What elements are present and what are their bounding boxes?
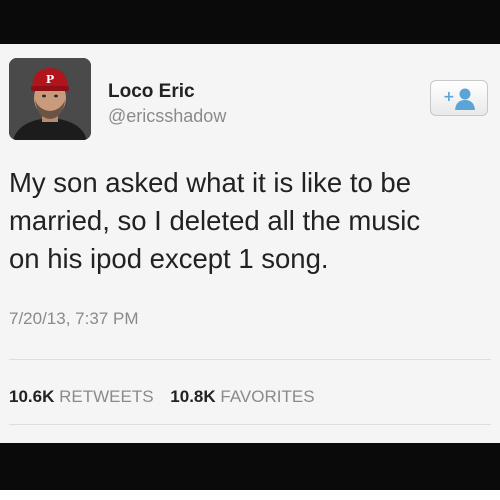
cap-logo: P (46, 73, 54, 86)
svg-text:+: + (443, 89, 455, 105)
tweet-stats: 10.6K RETWEETS 10.8K FAVORITES (9, 387, 327, 407)
avatar[interactable]: P (9, 58, 91, 140)
avatar-photo: P (9, 58, 91, 140)
user-handle[interactable]: @ericsshadow (108, 106, 226, 127)
favorites-count[interactable]: 10.8K (170, 387, 215, 406)
tweet-timestamp[interactable]: 7/20/13, 7:37 PM (9, 309, 138, 329)
tweet-line: married, so I deleted all the music (9, 205, 421, 236)
divider (9, 359, 491, 360)
follow-button[interactable]: + (430, 80, 488, 116)
add-user-icon: + (443, 88, 475, 110)
retweets-label[interactable]: RETWEETS (59, 387, 153, 406)
tweet-text: My son asked what it is like to be marri… (9, 164, 493, 278)
bottom-black-bar (0, 443, 500, 490)
divider (9, 424, 491, 425)
tweet-line: on his ipod except 1 song. (9, 243, 329, 274)
favorites-label[interactable]: FAVORITES (220, 387, 314, 406)
tweet-line: My son asked what it is like to be (9, 167, 411, 198)
top-black-bar (0, 0, 500, 44)
retweets-count[interactable]: 10.6K (9, 387, 54, 406)
user-name[interactable]: Loco Eric (108, 81, 195, 103)
